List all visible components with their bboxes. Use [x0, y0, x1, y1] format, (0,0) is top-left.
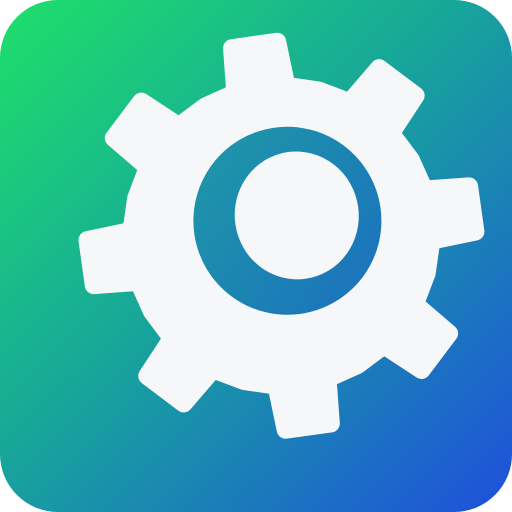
app-icon-tile[interactable]	[0, 0, 512, 512]
settings-app-icon	[0, 0, 512, 512]
